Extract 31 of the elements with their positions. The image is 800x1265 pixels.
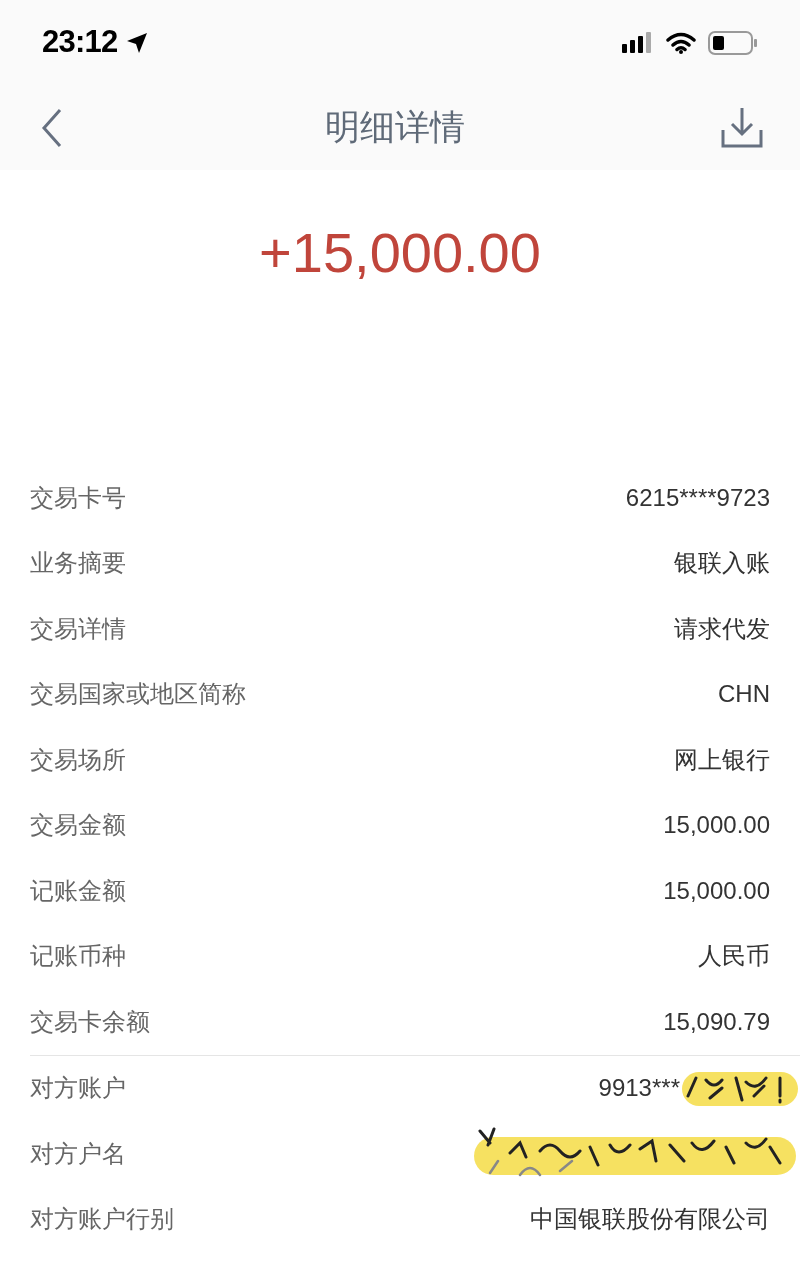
field-value: 人民币 xyxy=(698,941,770,972)
field-value: 银联入账 xyxy=(674,548,770,579)
field-label: 交易卡号 xyxy=(30,482,126,513)
amount-text: +15,000.00 xyxy=(259,219,541,286)
field-label: 交易场所 xyxy=(30,744,126,775)
field-label: 对方账户 xyxy=(30,1073,126,1104)
field-label: 业务摘要 xyxy=(30,548,126,579)
field-value: 15,000.00 xyxy=(663,875,770,906)
field-label: 交易卡余额 xyxy=(30,1006,150,1037)
field-label: 记账金额 xyxy=(30,875,126,906)
field-label: 对方账户行别 xyxy=(30,1204,174,1235)
field-value: 9913*** xyxy=(598,1073,680,1104)
field-value: 网上银行 xyxy=(674,744,770,775)
field-label: 交易国家或地区简称 xyxy=(30,679,246,710)
location-arrow-icon xyxy=(125,30,150,55)
signal-icon xyxy=(622,31,654,54)
battery-icon xyxy=(708,30,758,55)
page-title: 明细详情 xyxy=(325,106,465,149)
field-label: 交易金额 xyxy=(30,810,126,841)
field-label: 对方户名 xyxy=(30,1138,126,1169)
field-value: 请求代发 xyxy=(674,613,770,644)
field-value: 6215****9723 xyxy=(625,482,770,513)
clock-time: 23:12 xyxy=(42,23,118,62)
download-button[interactable] xyxy=(720,105,764,150)
field-label: 记账币种 xyxy=(30,941,126,972)
field-value: 中国银联股份有限公司 xyxy=(530,1204,770,1235)
field-value: CHN xyxy=(718,679,770,710)
wifi-icon xyxy=(666,31,696,54)
field-value: 15,090.79 xyxy=(663,1006,770,1037)
field-label: 交易详情 xyxy=(30,613,126,644)
field-value: 15,000.00 xyxy=(663,810,770,841)
